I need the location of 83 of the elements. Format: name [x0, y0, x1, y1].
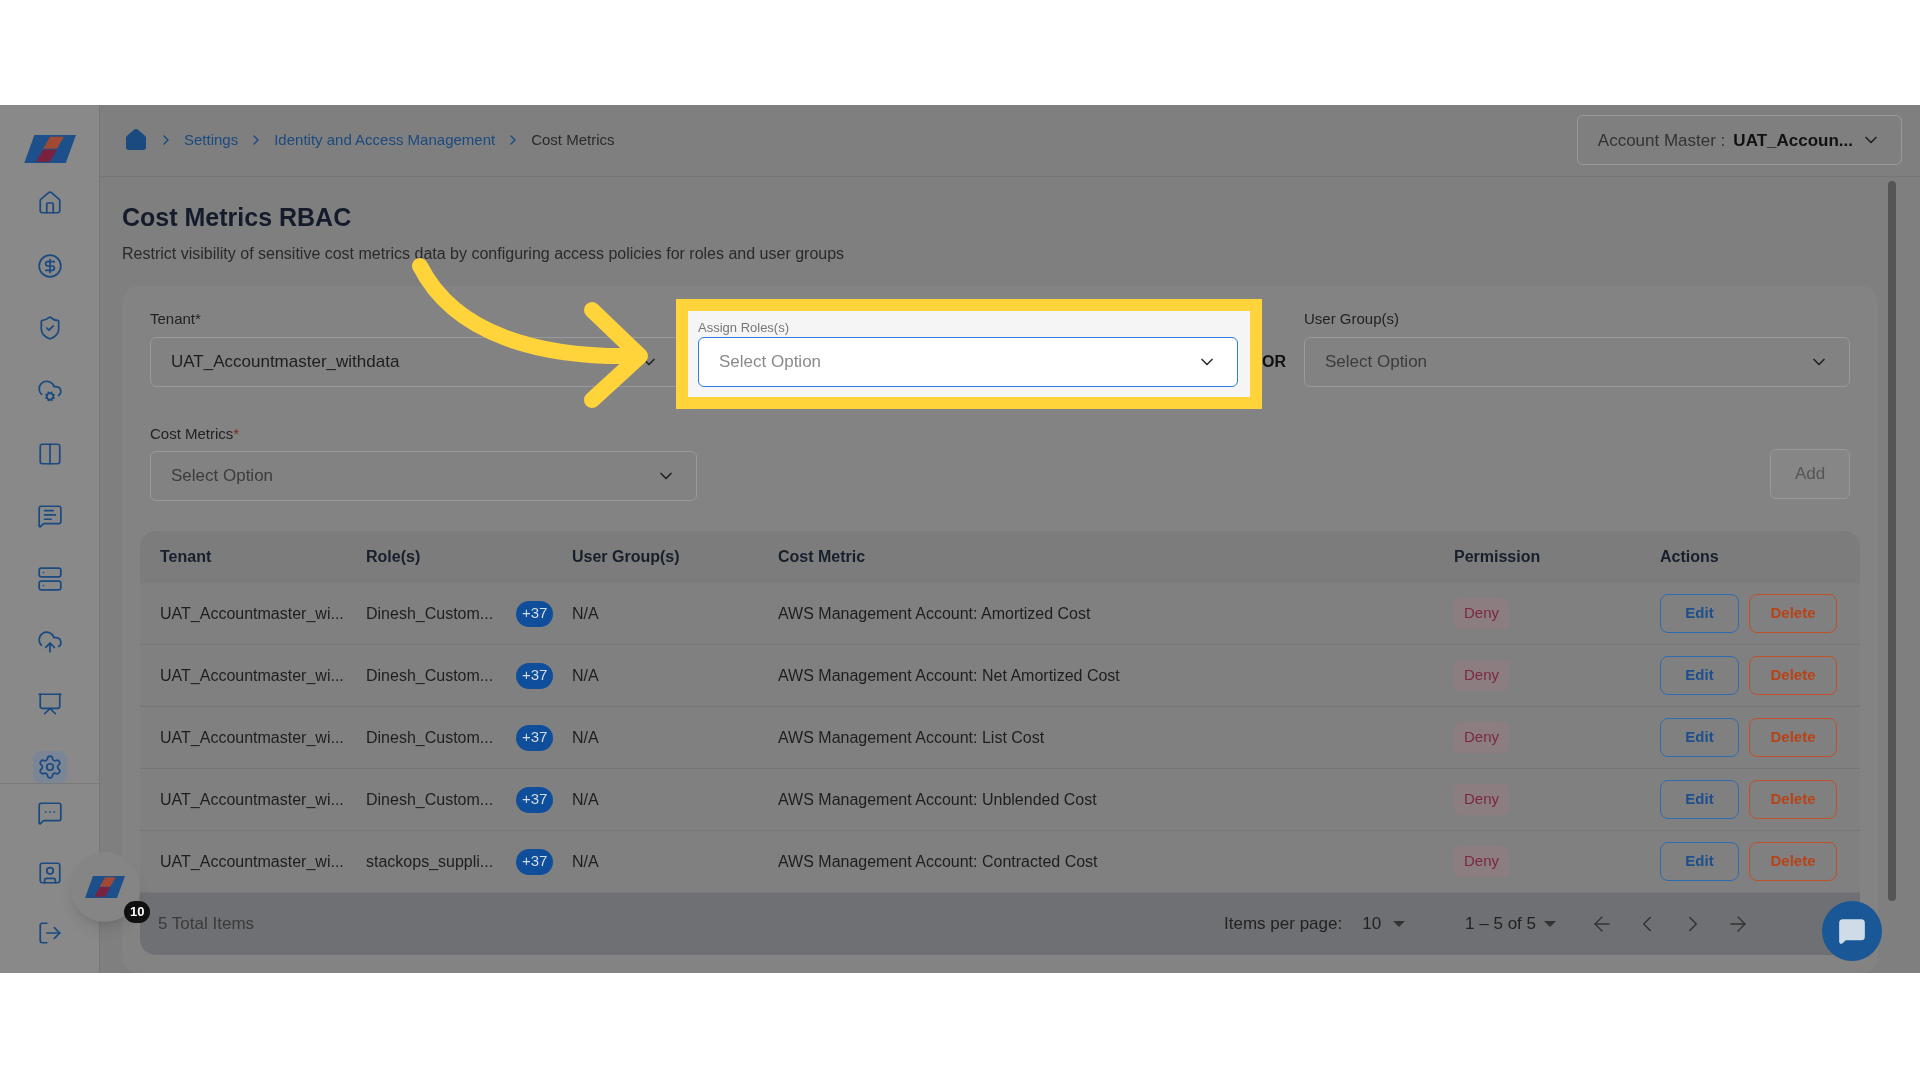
edit-button[interactable]: Edit: [1660, 718, 1739, 757]
breadcrumb-link[interactable]: Identity and Access Management: [274, 129, 496, 152]
caret-icon: [1544, 921, 1556, 927]
scrollbar[interactable]: [1888, 180, 1896, 901]
table-cell-text: N/A: [572, 789, 600, 810]
column-header: Permission: [1454, 547, 1542, 567]
chat-icon: [36, 800, 63, 826]
roles-select[interactable]: Select Option: [698, 336, 1238, 387]
table-cell-text: stackops_suppli...: [366, 851, 495, 872]
table-cell-text: AWS Management Account: Amortized Cost: [778, 603, 1092, 624]
edit-button[interactable]: Edit: [1660, 842, 1739, 881]
table-cell-text: N/A: [572, 603, 600, 624]
count-badge[interactable]: +37: [516, 786, 554, 813]
column-header: Role(s): [366, 547, 422, 567]
edit-button[interactable]: Edit: [1660, 594, 1739, 633]
table-cell-text: Dinesh_Custom...: [366, 665, 495, 686]
table-cell-text: UAT_Accountmaster_wi...: [160, 727, 345, 748]
table-cell-text: Dinesh_Custom...: [366, 603, 495, 624]
edit-button[interactable]: Edit: [1660, 780, 1739, 819]
page-subtitle: Restrict visibility of sensitive cost metrics data by configuring access policies for roles and user groups: [122, 244, 846, 264]
sidebar-item[interactable]: [32, 751, 67, 783]
permission-badge: Deny: [1454, 598, 1510, 629]
column-header: Cost Metric: [778, 547, 867, 567]
columns-icon: [36, 440, 63, 467]
user-icon: [36, 860, 63, 886]
field-label: Assign Roles(s): [698, 320, 791, 335]
count-badge[interactable]: +37: [516, 848, 554, 875]
delete-button[interactable]: Delete: [1749, 718, 1837, 757]
chat-icon: [1838, 917, 1866, 945]
chat-icon: [36, 503, 63, 530]
permission-badge: Deny: [1454, 784, 1510, 815]
delete-button[interactable]: Delete: [1749, 842, 1837, 881]
table-cell-text: AWS Management Account: List Cost: [778, 727, 1046, 748]
field-label: Cost Metrics*: [150, 423, 241, 444]
cloud-icon: [36, 377, 63, 404]
settings-icon: [36, 754, 63, 781]
home-icon: [36, 189, 63, 216]
breadcrumb-link[interactable]: Settings: [184, 129, 239, 152]
table-cell-text: UAT_Accountmaster_wi...: [160, 603, 345, 624]
count-badge[interactable]: +37: [516, 724, 554, 751]
delete-button[interactable]: Delete: [1749, 780, 1837, 819]
permission-badge: Deny: [1454, 722, 1510, 753]
caret-icon: [1393, 921, 1406, 927]
table-cell-text: AWS Management Account: Net Amortized Cost: [778, 665, 1121, 686]
account-selector[interactable]: Account Master : UAT_Accoun...: [1576, 115, 1902, 166]
logout-icon: [36, 920, 63, 946]
logo-icon: [85, 876, 125, 898]
permission-badge: Deny: [1454, 660, 1510, 691]
presentation-icon: [36, 691, 63, 718]
total-items: 5 Total Items: [158, 913, 255, 936]
server-icon: [36, 566, 63, 593]
table-cell-text: UAT_Accountmaster_wi...: [160, 665, 345, 686]
user-groups-select[interactable]: Select Option: [1304, 336, 1850, 387]
table-cell-text: Dinesh_Custom...: [366, 789, 495, 810]
cloud-upload-icon: [36, 628, 63, 655]
edit-button[interactable]: Edit: [1660, 656, 1739, 695]
column-header: Actions: [1660, 547, 1720, 567]
cost-metrics-select[interactable]: Select Option: [150, 451, 697, 501]
column-header: Tenant: [160, 547, 213, 567]
items-per-page-label: Items per page:: [1224, 913, 1343, 936]
delete-button[interactable]: Delete: [1749, 594, 1837, 633]
logo-icon: [23, 134, 76, 164]
table-cell-text: UAT_Accountmaster_wi...: [160, 789, 345, 810]
or-separator: OR: [1261, 351, 1286, 372]
table-cell-text: N/A: [572, 851, 600, 872]
count-badge[interactable]: +37: [516, 600, 554, 627]
table-cell-text: AWS Management Account: Unblended Cost: [778, 789, 1098, 810]
permission-badge: Deny: [1454, 846, 1510, 877]
range-select[interactable]: 1 – 5 of 5: [1465, 911, 1556, 937]
dollar-icon: [36, 252, 63, 279]
table-cell-text: N/A: [572, 665, 600, 686]
home-icon[interactable]: [124, 128, 148, 153]
items-per-page-select[interactable]: 10: [1362, 911, 1406, 937]
field-label: Tenant*: [150, 309, 202, 329]
table-cell-text: N/A: [572, 727, 600, 748]
field-label: User Group(s): [1304, 309, 1401, 329]
table-cell-text: AWS Management Account: Contracted Cost: [778, 851, 1099, 872]
delete-button[interactable]: Delete: [1749, 656, 1837, 695]
count-badge[interactable]: +37: [516, 662, 554, 689]
table-cell-text: Dinesh_Custom...: [366, 727, 495, 748]
page-title: Cost Metrics RBAC: [122, 201, 353, 233]
column-header: User Group(s): [572, 547, 681, 567]
table-cell-text: UAT_Accountmaster_wi...: [160, 851, 345, 872]
